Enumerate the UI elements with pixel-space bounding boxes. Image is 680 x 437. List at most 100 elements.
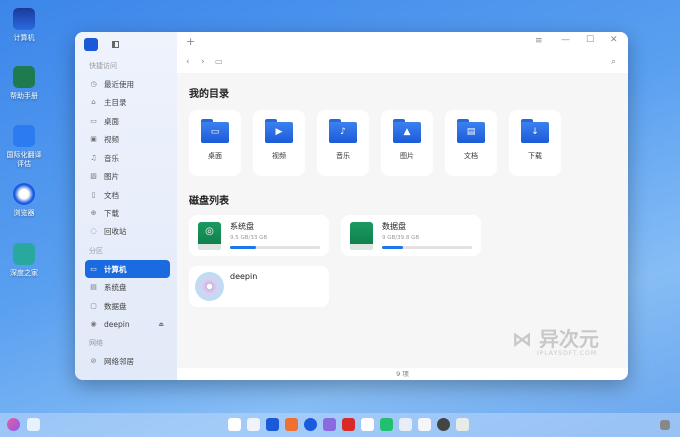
sidebar-item-system-disk[interactable]: ▤ 系统盘 (85, 278, 170, 296)
folder-label: 视频 (272, 152, 286, 160)
document-icon: ▯ (91, 191, 96, 199)
disk-card-system[interactable]: ◎ 系统盘 9.5 GB/33 GB (189, 215, 329, 256)
back-icon[interactable]: ‹ (186, 57, 190, 67)
sidebar-item-downloads[interactable]: ⊕ 下载 (85, 204, 170, 222)
sidebar-item-music[interactable]: ♫ 音乐 (85, 149, 170, 167)
disk-usage-fill (230, 246, 257, 249)
sidebar-item-desktop[interactable]: ▭ 桌面 (85, 112, 170, 130)
disk-card-data[interactable]: 数据盘 9 GB/39.8 GB (341, 215, 481, 256)
optical-disc-card[interactable]: deepin (189, 266, 329, 307)
browser-icon[interactable] (304, 418, 317, 431)
sidebar-item-home[interactable]: ⌂ 主目录 (85, 93, 170, 111)
sidebar-item-label: 回收站 (104, 226, 127, 236)
content-area: 我的目录 ▭ 桌面 ▶ 视频 ♪ 音乐 ▲ 图片 ▤ 文档 ↓ 下载 磁盘列表 ◎ 系统盘 9.… (177, 73, 628, 368)
music-icon[interactable] (380, 418, 393, 431)
pictures-folder-icon: ▲ (393, 119, 421, 143)
folder-music[interactable]: ♪ 音乐 (317, 110, 369, 176)
disk-name: deepin (230, 272, 258, 281)
sidebar-item-label: 文档 (104, 190, 119, 200)
computer-breadcrumb-icon[interactable]: ▭ (215, 57, 223, 66)
settings-icon[interactable] (437, 418, 450, 431)
sidebar-item-video[interactable]: ▣ 视频 (85, 130, 170, 148)
sidebar-item-label: 下载 (104, 208, 119, 218)
desktop-icon-translate[interactable]: 国际化翻译评估 (4, 125, 44, 169)
section-quick-access: 快捷访问 (89, 62, 117, 70)
folder-downloads[interactable]: ↓ 下载 (509, 110, 561, 176)
search-icon[interactable]: ⌕ (611, 57, 616, 67)
sidebar-item-label: 图片 (104, 171, 119, 181)
launcher-icon[interactable] (7, 418, 20, 431)
tray-icon[interactable] (660, 420, 670, 430)
disk-size: 9.5 GB/33 GB (230, 235, 268, 241)
sidebar-item-computer[interactable]: ▭ 计算机 (85, 260, 170, 278)
disk-usage-fill (382, 246, 403, 249)
minimize-icon[interactable]: — (561, 35, 570, 45)
app-grid-icon[interactable] (228, 418, 241, 431)
file-manager-logo-icon (84, 38, 98, 51)
browser-icon (13, 183, 35, 205)
maximize-icon[interactable]: ☐ (586, 35, 594, 45)
disk-usage-bar (382, 246, 472, 249)
trash-icon: ◌ (90, 227, 97, 235)
mail-icon[interactable] (323, 418, 336, 431)
desktop-icon-label: 浏览器 (13, 209, 35, 217)
sidebar-item-label: 主目录 (104, 97, 127, 107)
sidebar-item-deepin[interactable]: ◉ deepin ⏏ (85, 315, 170, 333)
disk-list-heading: 磁盘列表 (189, 196, 229, 207)
music-folder-icon: ♪ (329, 119, 357, 143)
optical-disc-icon: ◉ (90, 320, 97, 328)
forward-icon[interactable]: › (201, 57, 205, 67)
app-store-icon[interactable] (285, 418, 298, 431)
terminal-icon[interactable] (342, 418, 355, 431)
computer-icon: ▭ (90, 265, 97, 273)
desktop-icon-help[interactable]: 帮助手册 (4, 66, 44, 101)
data-disk-icon (350, 222, 373, 250)
network-icon: ⊘ (90, 357, 97, 365)
downloads-folder-icon: ↓ (521, 119, 549, 143)
disk-icon: ▢ (90, 302, 97, 310)
desktop-icon-label: 计算机 (13, 34, 35, 42)
monitor-icon (13, 8, 35, 30)
desktop-icon-deepin-home[interactable]: 深度之家 (4, 243, 44, 278)
sidebar-item-label: 系统盘 (104, 282, 127, 292)
sidebar-item-label: 音乐 (104, 153, 119, 163)
picture-icon: ▨ (90, 172, 97, 180)
video-folder-icon: ▶ (265, 119, 293, 143)
control-center-icon[interactable] (418, 418, 431, 431)
sidebar-item-network-neighborhood[interactable]: ⊘ 网络邻居 (85, 352, 170, 370)
close-icon[interactable]: ✕ (610, 35, 618, 45)
folder-video[interactable]: ▶ 视频 (253, 110, 305, 176)
disk-icon: ▤ (90, 283, 97, 291)
search-icon[interactable] (27, 418, 40, 431)
disk-usage-bar (230, 246, 320, 249)
section-partitions: 分区 (89, 247, 103, 255)
desktop-icon-computer[interactable]: 计算机 (4, 8, 44, 43)
file-manager-icon[interactable] (266, 418, 279, 431)
sidebar-item-documents[interactable]: ▯ 文档 (85, 186, 170, 204)
sidebar-toggle-icon[interactable] (112, 41, 119, 48)
folder-documents[interactable]: ▤ 文档 (445, 110, 497, 176)
menu-icon[interactable]: ≡ (535, 36, 543, 46)
translate-icon (13, 125, 35, 147)
sidebar-item-label: 桌面 (104, 116, 119, 126)
main-area: + ≡ — ☐ ✕ ‹ › ▭ ⌕ 我的目录 ▭ 桌面 ▶ 视频 ♪ 音乐 ▲ 图片 ▤… (177, 32, 628, 380)
folder-desktop[interactable]: ▭ 桌面 (189, 110, 241, 176)
sidebar-item-data-disk[interactable]: ▢ 数据盘 (85, 297, 170, 315)
sidebar-item-trash[interactable]: ◌ 回收站 (85, 222, 170, 240)
eject-icon[interactable]: ⏏ (158, 321, 164, 328)
desktop-icon-browser[interactable]: 浏览器 (4, 183, 44, 218)
folder-label: 音乐 (336, 152, 350, 160)
desktop-icon-label: 帮助手册 (10, 92, 38, 100)
trash-icon[interactable] (456, 418, 469, 431)
music-icon: ♫ (90, 154, 97, 162)
folder-pictures[interactable]: ▲ 图片 (381, 110, 433, 176)
new-tab-icon[interactable]: + (186, 35, 195, 48)
folder-label: 桌面 (208, 152, 222, 160)
sidebar-item-pictures[interactable]: ▨ 图片 (85, 167, 170, 185)
watermark-brand: 异次元 (538, 327, 599, 351)
sidebar-item-recent[interactable]: ◷ 最近使用 (85, 75, 170, 93)
status-bar: 9 项 (396, 370, 409, 378)
multitask-icon[interactable] (247, 418, 260, 431)
notes-icon[interactable] (399, 418, 412, 431)
calendar-icon[interactable] (361, 418, 374, 431)
